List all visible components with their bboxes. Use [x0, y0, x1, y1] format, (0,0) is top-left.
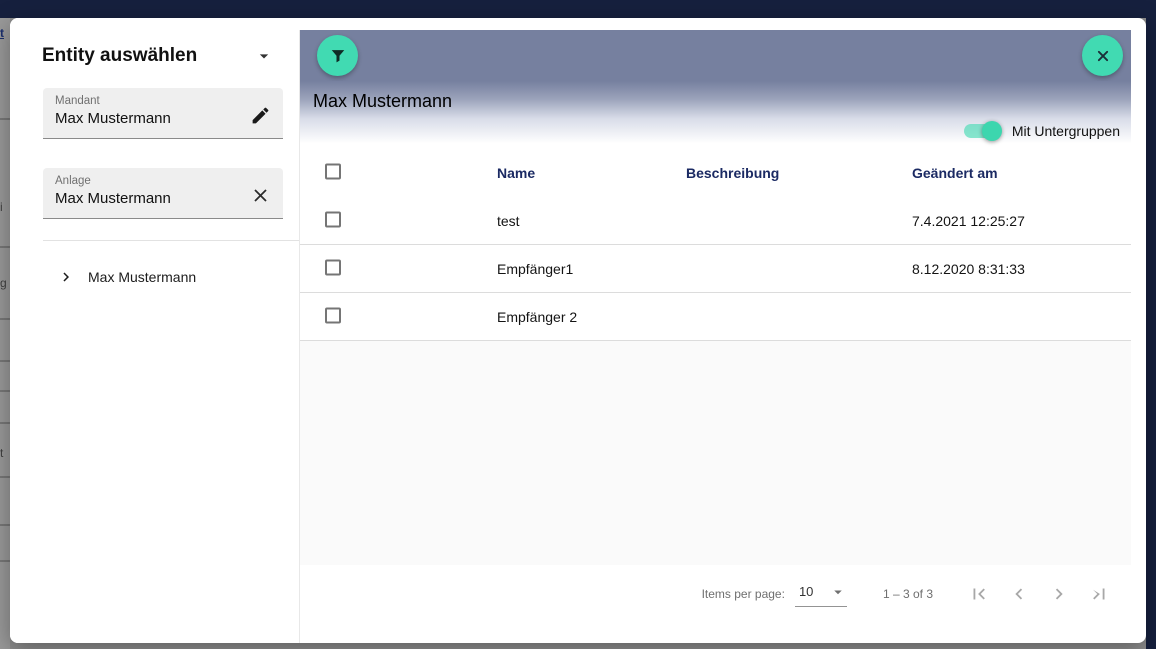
dropdown-arrow-icon [829, 583, 847, 601]
table-empty-area [300, 341, 1131, 565]
page-size-value: 10 [799, 584, 813, 599]
row-name: test [497, 213, 520, 229]
last-page-icon [1088, 583, 1110, 605]
next-page-button[interactable] [1039, 574, 1079, 614]
subgroups-toggle-label: Mit Untergruppen [1012, 123, 1120, 139]
anlage-field-label: Anlage [55, 175, 239, 187]
toggle-thumb[interactable] [982, 121, 1002, 141]
page-size-select[interactable]: 10 [795, 581, 847, 607]
row-checkbox[interactable] [325, 307, 341, 326]
next-page-icon [1048, 583, 1070, 605]
column-header-geaendert-am[interactable]: Geändert am [912, 165, 998, 181]
clear-anlage-button[interactable] [247, 182, 273, 208]
backdrop-text-fragment: i [0, 200, 10, 214]
paginator-nav [959, 574, 1119, 614]
column-header-name[interactable]: Name [497, 165, 535, 181]
mandant-field[interactable]: Mandant Max Mustermann [43, 88, 283, 139]
mandant-field-label: Mandant [55, 95, 239, 107]
first-page-button[interactable] [959, 574, 999, 614]
clear-x-icon [250, 185, 271, 206]
row-checkbox[interactable] [325, 211, 341, 230]
first-page-icon [968, 583, 990, 605]
caret-down-icon[interactable] [254, 46, 274, 66]
row-checkbox[interactable] [325, 259, 341, 278]
subgroups-toggle[interactable] [964, 121, 1002, 141]
previous-page-button[interactable] [999, 574, 1039, 614]
dialog-title: Entity auswählen [42, 45, 197, 67]
close-x-icon [1093, 46, 1113, 66]
sidebar-divider [43, 240, 299, 241]
backdrop-text-fragment: g [0, 276, 10, 290]
table-row[interactable]: Empfänger 2 [300, 293, 1131, 341]
backdrop-text-fragment: t [0, 446, 10, 460]
screen: t i g t Entity auswählen Mandant Max Mus… [0, 0, 1156, 649]
row-geaendert-am: 7.4.2021 12:25:27 [912, 213, 1025, 229]
pencil-icon [250, 105, 271, 126]
table-row[interactable]: test 7.4.2021 12:25:27 [300, 197, 1131, 245]
panel-header-bar [300, 30, 1131, 81]
row-geaendert-am: 8.12.2020 8:31:33 [912, 261, 1025, 277]
table-body: test 7.4.2021 12:25:27 Empfänger1 8.12.2… [300, 197, 1131, 341]
filter-funnel-icon [328, 46, 348, 66]
panel-header-gradient: Max Mustermann Mit Untergruppen [300, 81, 1131, 149]
entity-detail-panel: Max Mustermann Mit Untergruppen Name Bes… [299, 30, 1131, 643]
tree-item-max-mustermann[interactable]: Max Mustermann [10, 258, 299, 296]
tree-item-label: Max Mustermann [88, 269, 196, 285]
sidebar-title-row[interactable]: Entity auswählen [42, 45, 274, 67]
panel-title: Max Mustermann [313, 91, 452, 112]
edit-mandant-button[interactable] [247, 102, 273, 128]
entity-sidebar: Entity auswählen Mandant Max Mustermann … [10, 18, 299, 643]
column-header-beschreibung[interactable]: Beschreibung [686, 165, 779, 181]
select-all-checkbox[interactable] [325, 164, 341, 183]
mandant-field-value: Max Mustermann [55, 110, 239, 127]
entity-select-dialog: Entity auswählen Mandant Max Mustermann … [10, 18, 1146, 643]
anlage-field[interactable]: Anlage Max Mustermann [43, 168, 283, 219]
browser-top-bar [0, 0, 1156, 18]
chevron-right-icon[interactable] [57, 268, 75, 286]
table-header-row: Name Beschreibung Geändert am [300, 149, 1131, 197]
dimmed-page-backdrop: t i g t [0, 18, 10, 649]
backdrop-text-fragment: t [0, 26, 10, 40]
filter-button[interactable] [317, 35, 358, 76]
anlage-field-value: Max Mustermann [55, 190, 239, 207]
subgroups-toggle-row: Mit Untergruppen [964, 121, 1120, 141]
row-name: Empfänger 2 [497, 309, 577, 325]
range-label: 1 – 3 of 3 [883, 587, 933, 601]
items-per-page-label: Items per page: [702, 587, 785, 601]
last-page-button[interactable] [1079, 574, 1119, 614]
table-row[interactable]: Empfänger1 8.12.2020 8:31:33 [300, 245, 1131, 293]
background-right-strip [1146, 0, 1156, 649]
previous-page-icon [1008, 583, 1030, 605]
paginator: Items per page: 10 1 – 3 of 3 [300, 565, 1131, 622]
close-button[interactable] [1082, 35, 1123, 76]
row-name: Empfänger1 [497, 261, 573, 277]
